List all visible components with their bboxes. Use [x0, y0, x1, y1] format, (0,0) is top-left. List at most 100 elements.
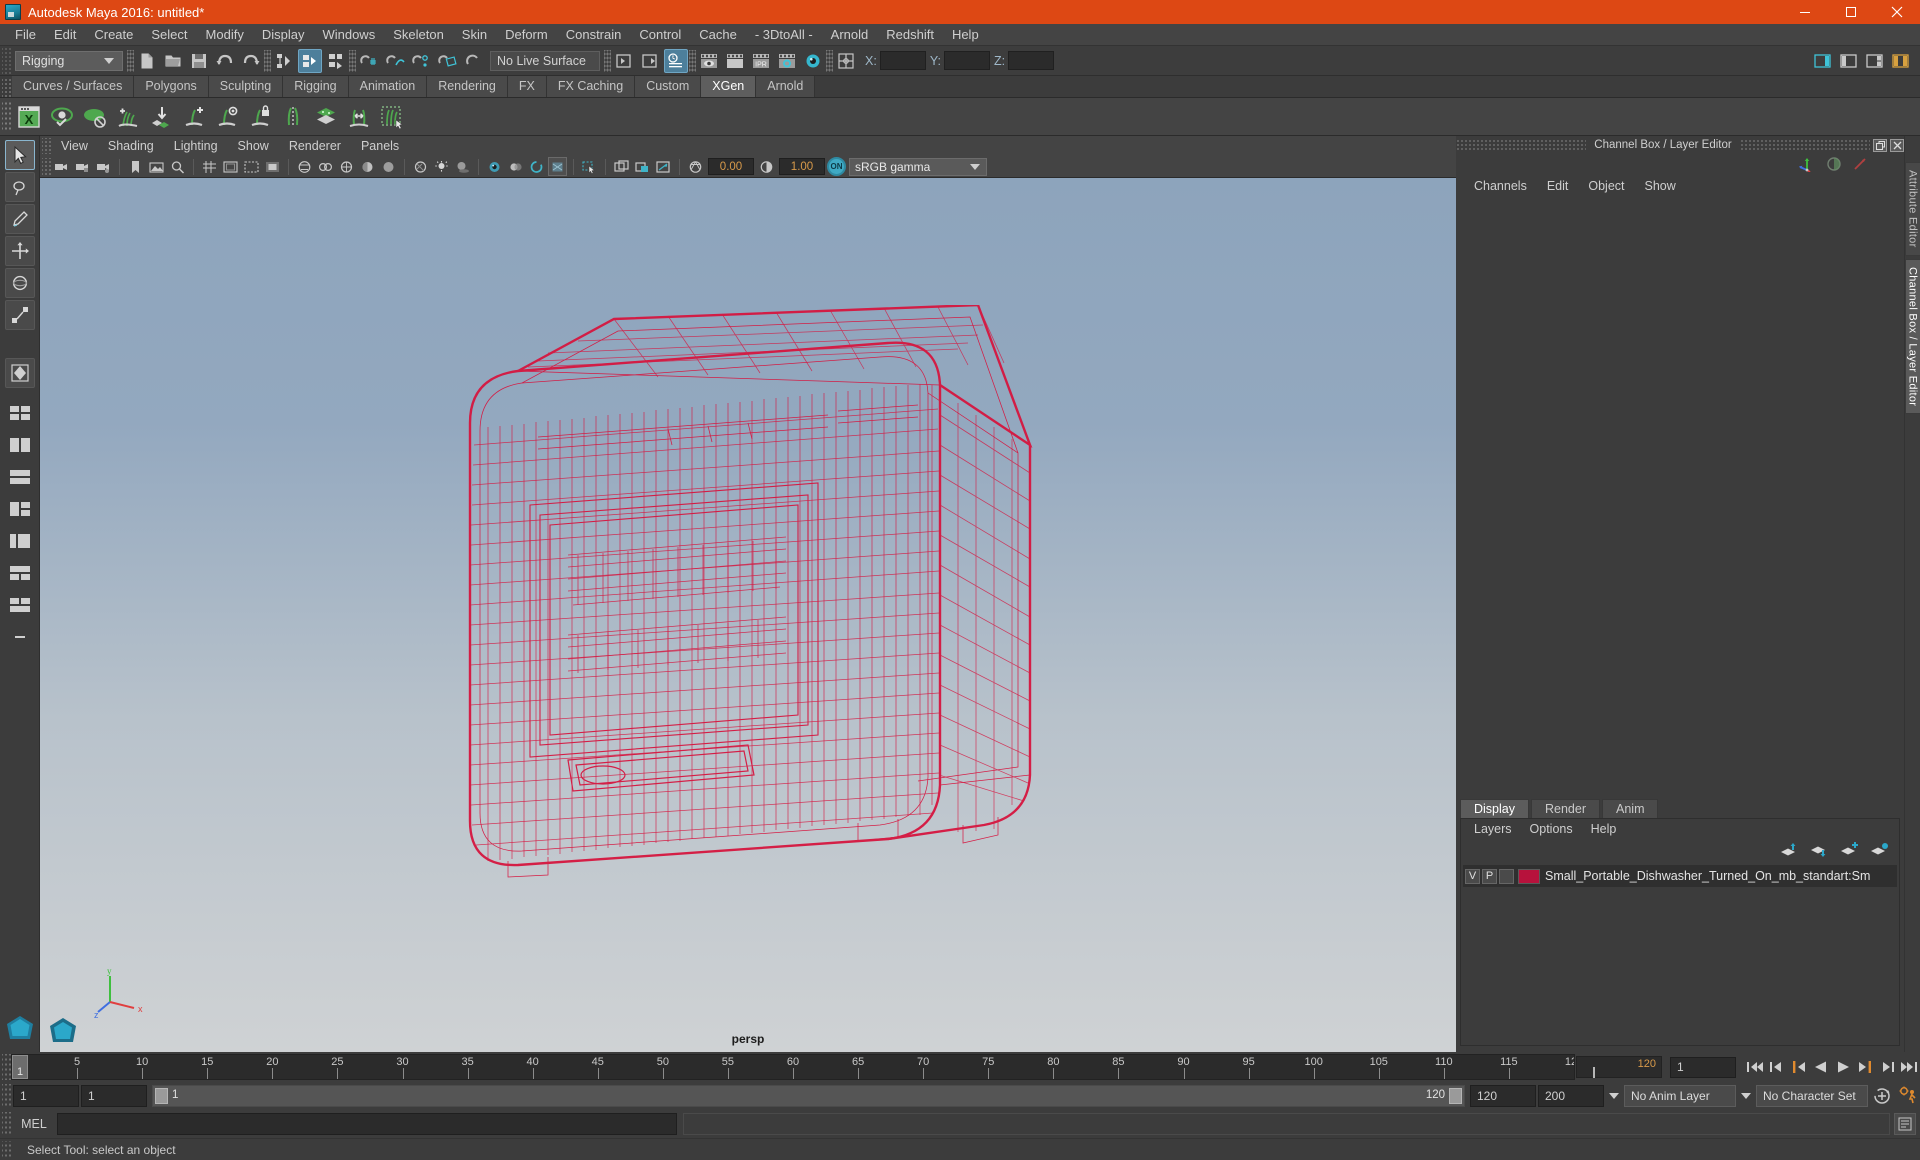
color-space-selector[interactable]: sRGB gamma — [849, 157, 987, 176]
shelf-tab-xgen[interactable]: XGen — [701, 76, 757, 97]
texture-toggle-icon[interactable] — [411, 157, 430, 176]
viewport-menu-show[interactable]: Show — [228, 136, 279, 156]
redo-icon[interactable] — [239, 49, 263, 73]
menu-edit[interactable]: Edit — [45, 24, 85, 46]
snap-view-plane-icon[interactable] — [461, 49, 485, 73]
menu-skin[interactable]: Skin — [453, 24, 496, 46]
layer-visibility-toggle[interactable]: V — [1465, 868, 1480, 884]
channel-box-attribute-list[interactable] — [1456, 196, 1904, 799]
shelf-tab-arnold[interactable]: Arnold — [756, 76, 816, 97]
lasso-select-tool[interactable] — [4, 172, 35, 202]
open-scene-icon[interactable] — [161, 49, 185, 73]
statusline-gripper[interactable] — [2, 47, 11, 74]
command-language-label[interactable]: MEL — [11, 1117, 57, 1131]
tab-render[interactable]: Render — [1531, 799, 1600, 818]
render-sequence-icon[interactable] — [723, 49, 747, 73]
menu-redshift[interactable]: Redshift — [877, 24, 943, 46]
step-forward-frame-icon[interactable] — [1876, 1055, 1898, 1079]
xgen-preview-description-icon[interactable] — [210, 100, 243, 134]
time-range-end-box[interactable]: 120 — [1576, 1056, 1662, 1078]
snapshot-icon[interactable] — [654, 157, 673, 176]
close-button[interactable] — [1874, 0, 1920, 24]
create-new-layer-icon[interactable] — [1839, 841, 1859, 861]
select-camera-icon[interactable] — [52, 157, 71, 176]
play-forwards-icon[interactable] — [1832, 1055, 1854, 1079]
menu-deform[interactable]: Deform — [496, 24, 557, 46]
more-layouts[interactable] — [5, 622, 35, 652]
select-object-icon[interactable] — [298, 48, 322, 73]
shelf-tab-fx-caching[interactable]: FX Caching — [546, 76, 636, 97]
motion-blur-icon[interactable] — [506, 157, 525, 176]
time-slider-gripper[interactable] — [2, 1054, 11, 1080]
xgen-editor-icon[interactable]: X — [12, 100, 45, 134]
time-slider-track[interactable]: 1 5 10 15 20 25 30 35 40 45 50 55 60 65 70 75 80 85 90 95 1… — [11, 1054, 1575, 1080]
shelf-tab-fx[interactable]: FX — [507, 76, 547, 97]
play-backwards-icon[interactable] — [1810, 1055, 1832, 1079]
wireframe-shading-icon[interactable] — [337, 157, 356, 176]
command-line-gripper[interactable] — [2, 1112, 11, 1136]
lock-camera-icon[interactable] — [73, 157, 92, 176]
menu-modify[interactable]: Modify — [197, 24, 253, 46]
shelf-tab-rigging[interactable]: Rigging — [283, 76, 349, 97]
gate-mask-icon[interactable] — [263, 157, 282, 176]
shelf-gripper[interactable] — [2, 79, 12, 97]
sidebar-toggle-all-icon[interactable] — [1889, 49, 1913, 73]
layer-name[interactable]: Small_Portable_Dishwasher_Turned_On_mb_s… — [1545, 869, 1870, 883]
create-layer-from-selected-icon[interactable] — [1869, 842, 1889, 861]
film-gate-icon[interactable] — [221, 157, 240, 176]
xgen-mirror-icon[interactable] — [276, 100, 309, 134]
show-hide-editor-icon[interactable] — [612, 49, 636, 73]
multisample-icon[interactable] — [527, 157, 546, 176]
auto-keyframe-icon[interactable] — [1870, 1084, 1894, 1108]
snap-point-icon[interactable] — [409, 49, 433, 73]
sidebar-toggle-tool-settings-icon[interactable] — [1837, 49, 1861, 73]
xray-toggle-icon[interactable] — [295, 157, 314, 176]
vtab-attribute-editor[interactable]: Attribute Editor — [1904, 162, 1920, 256]
animation-preferences-icon[interactable] — [1896, 1084, 1920, 1108]
current-time-indicator[interactable]: 1 — [12, 1055, 28, 1079]
rotate-tool[interactable] — [4, 268, 35, 298]
shelf-tab-rendering[interactable]: Rendering — [427, 76, 508, 97]
menu-file[interactable]: File — [6, 24, 45, 46]
color-management-toggle[interactable]: ON — [827, 157, 846, 176]
select-hierarchy-icon[interactable] — [272, 49, 296, 73]
shelf-tab-animation[interactable]: Animation — [348, 76, 428, 97]
smooth-shade-all-icon[interactable] — [358, 157, 377, 176]
two-pane-stacked-layout[interactable] — [5, 462, 35, 492]
command-input[interactable] — [57, 1113, 677, 1135]
move-tool[interactable] — [4, 236, 35, 266]
close-icon[interactable] — [1890, 138, 1905, 152]
viewport-menu-renderer[interactable]: Renderer — [279, 136, 351, 156]
menu-arnold[interactable]: Arnold — [822, 24, 878, 46]
menu-3dtoall[interactable]: - 3DtoAll - — [746, 24, 822, 46]
shelf-tab-custom[interactable]: Custom — [635, 76, 702, 97]
menu-help[interactable]: Help — [943, 24, 988, 46]
snap-curve-icon[interactable] — [383, 49, 407, 73]
minimize-button[interactable] — [1782, 0, 1828, 24]
character-set-chevron-down-icon[interactable] — [1738, 1085, 1754, 1107]
single-perspective-layout[interactable] — [4, 358, 35, 388]
perspective-viewport[interactable]: persp y x z — [40, 178, 1456, 1052]
xgen-add-description-icon[interactable] — [177, 100, 210, 134]
grid-toggle-icon[interactable] — [200, 157, 219, 176]
animation-end-time-field[interactable]: 200 — [1538, 1085, 1604, 1107]
xform-icon[interactable] — [834, 49, 858, 73]
layer-list[interactable]: V P Small_Portable_Dishwasher_Turned_On_… — [1461, 863, 1899, 1045]
menuset-selector[interactable]: Rigging — [15, 50, 123, 71]
lighting-toggle-icon[interactable] — [432, 157, 451, 176]
viewport-menu-lighting[interactable]: Lighting — [164, 136, 228, 156]
exposure-icon[interactable] — [686, 157, 705, 176]
layer-menu-help[interactable]: Help — [1582, 819, 1626, 839]
channelbox-menu-object[interactable]: Object — [1578, 176, 1634, 196]
anim-layer-chevron-down-icon[interactable] — [1606, 1085, 1622, 1107]
script-editor-icon[interactable] — [1894, 1113, 1916, 1135]
step-forward-key-icon[interactable] — [1854, 1055, 1876, 1079]
menu-cache[interactable]: Cache — [690, 24, 746, 46]
layer-editor-toggle-icon[interactable] — [1826, 156, 1842, 175]
attribute-editor-toggle-icon[interactable] — [1852, 156, 1868, 175]
shelf-icons-gripper[interactable] — [2, 101, 12, 132]
menu-create[interactable]: Create — [85, 24, 142, 46]
menu-display[interactable]: Display — [253, 24, 314, 46]
new-scene-icon[interactable] — [135, 49, 159, 73]
menu-constrain[interactable]: Constrain — [557, 24, 631, 46]
